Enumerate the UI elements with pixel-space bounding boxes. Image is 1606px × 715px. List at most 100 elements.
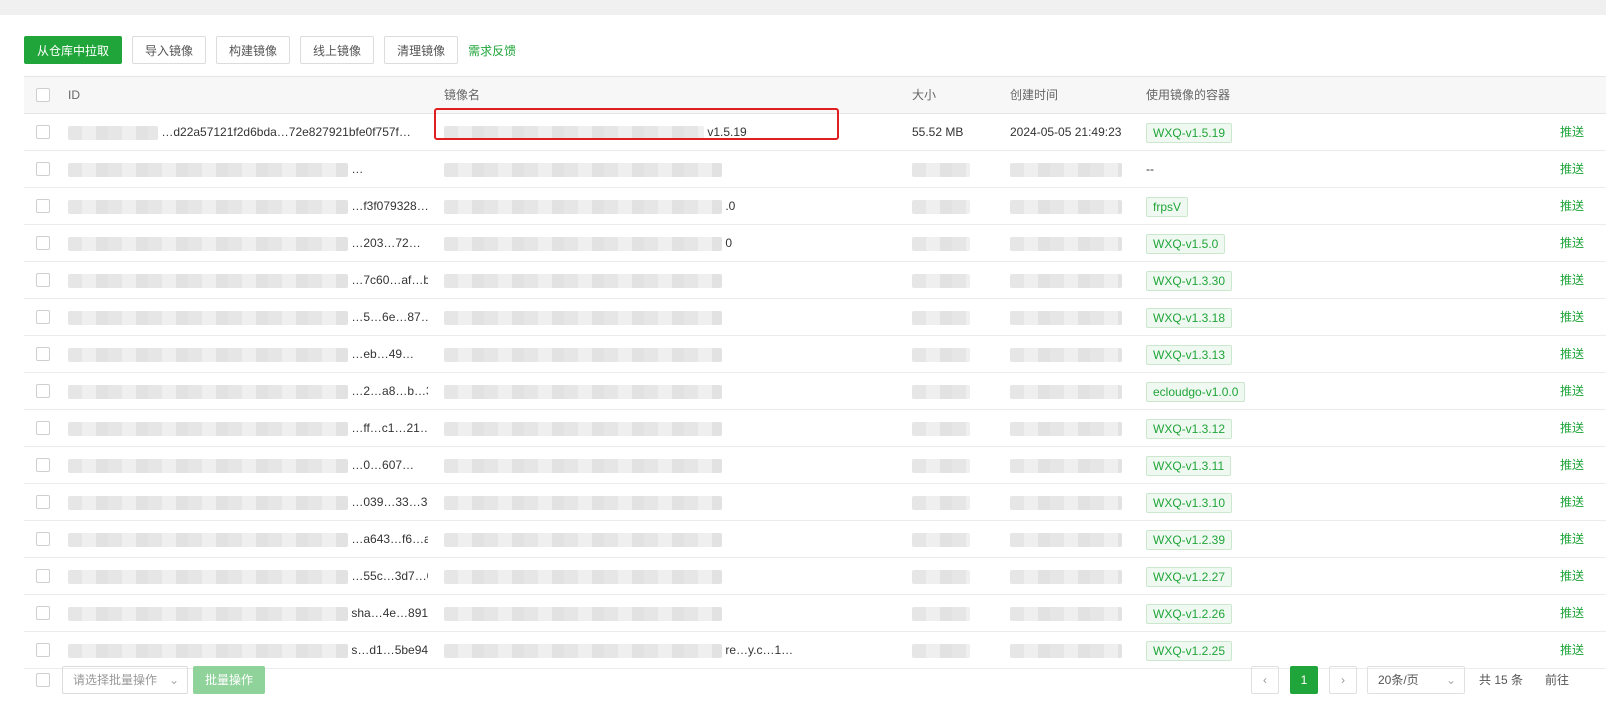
select-all-checkbox[interactable] (36, 88, 50, 102)
container-tag[interactable]: ecloudgo-v1.0.0 (1146, 381, 1246, 402)
image-name: .0 (444, 188, 844, 224)
row-checkbox[interactable] (36, 643, 50, 657)
page-size-select[interactable]: 20条/页 ⌄ (1367, 666, 1465, 694)
row-checkbox[interactable] (36, 310, 50, 324)
container-tag[interactable]: WXQ-v1.5.0 (1146, 233, 1226, 254)
blurred-text (68, 273, 348, 288)
row-checkbox[interactable] (36, 162, 50, 176)
image-created-text: 2024-05-05 21:49:23 (1010, 125, 1122, 139)
container-tag[interactable]: WXQ-v1.3.10 (1146, 492, 1233, 513)
container-cell: WXQ-v1.3.12 (1146, 410, 1366, 446)
blurred-text (68, 532, 348, 547)
table-row: … -- 推送 (24, 151, 1606, 188)
image-id: …f3f079328…d5d41ca467…4… (68, 188, 428, 224)
push-button[interactable]: 推送 (1560, 125, 1584, 139)
container-tag[interactable]: WXQ-v1.3.13 (1146, 344, 1233, 365)
blurred-text (1010, 532, 1122, 547)
footer-select-all-checkbox[interactable] (36, 673, 50, 687)
image-name: re…y.c…1… (444, 632, 844, 668)
image-id-text: …7c60…af…b70…04… (351, 273, 428, 287)
container-tag[interactable]: -- (1146, 162, 1154, 176)
online-image-button[interactable]: 线上镜像 (300, 36, 375, 64)
push-button[interactable]: 推送 (1560, 532, 1584, 546)
push-button[interactable]: 推送 (1560, 384, 1584, 398)
image-id: …5…6e…87… (68, 299, 428, 335)
image-id-text: …eb…49… (351, 347, 415, 361)
container-tag[interactable]: WXQ-v1.3.12 (1146, 418, 1233, 439)
row-checkbox[interactable] (36, 569, 50, 583)
row-checkbox[interactable] (36, 384, 50, 398)
next-page-button[interactable]: › (1329, 666, 1357, 694)
container-cell: frpsV (1146, 188, 1366, 224)
image-size (912, 299, 1002, 335)
push-button[interactable]: 推送 (1560, 236, 1584, 250)
container-tag[interactable]: WXQ-v1.2.25 (1146, 640, 1233, 661)
pull-from-repo-button[interactable]: 从仓库中拉取 (24, 36, 123, 64)
toolbar: 从仓库中拉取 导入镜像 构建镜像 线上镜像 清理镜像 需求反馈 (24, 36, 516, 64)
image-created (1010, 632, 1140, 668)
container-tag[interactable]: WXQ-v1.5.19 (1146, 122, 1233, 143)
container-tag[interactable]: WXQ-v1.2.39 (1146, 529, 1233, 550)
container-tag[interactable]: WXQ-v1.2.27 (1146, 566, 1233, 587)
push-button[interactable]: 推送 (1560, 199, 1584, 213)
container-tag[interactable]: frpsV (1146, 196, 1189, 217)
header-name[interactable]: 镜像名 (444, 77, 844, 113)
push-button[interactable]: 推送 (1560, 310, 1584, 324)
batch-operation-button[interactable]: 批量操作 (193, 666, 266, 694)
container-tag[interactable]: WXQ-v1.3.18 (1146, 307, 1233, 328)
blurred-text (1010, 495, 1122, 510)
batch-operation-select[interactable]: 请选择批量操作 ⌄ (62, 666, 188, 694)
push-button[interactable]: 推送 (1560, 273, 1584, 287)
row-checkbox[interactable] (36, 458, 50, 472)
row-checkbox[interactable] (36, 236, 50, 250)
image-name (444, 151, 844, 187)
page-1-button[interactable]: 1 (1290, 666, 1318, 694)
push-button[interactable]: 推送 (1560, 495, 1584, 509)
header-created[interactable]: 创建时间 (1010, 77, 1140, 113)
push-button[interactable]: 推送 (1560, 606, 1584, 620)
image-id: …2…a8…b…33…55c… (68, 373, 428, 409)
image-id: …039…33…38…b… (68, 484, 428, 520)
row-checkbox[interactable] (36, 347, 50, 361)
image-size (912, 558, 1002, 594)
blurred-text (1010, 569, 1122, 584)
table-row: …ff…c1…21… WXQ-v1.3.12 推送 (24, 410, 1606, 447)
prev-page-button[interactable]: ‹ (1251, 666, 1279, 694)
total-count: 共 15 条 (1479, 673, 1524, 687)
row-checkbox[interactable] (36, 606, 50, 620)
container-cell: ecloudgo-v1.0.0 (1146, 373, 1366, 409)
push-button[interactable]: 推送 (1560, 643, 1584, 657)
container-tag[interactable]: WXQ-v1.3.11 (1146, 455, 1232, 476)
image-size (912, 595, 1002, 631)
row-checkbox[interactable] (36, 532, 50, 546)
row-checkbox[interactable] (36, 273, 50, 287)
header-size[interactable]: 大小 (912, 77, 1002, 113)
container-tag[interactable]: WXQ-v1.3.30 (1146, 270, 1233, 291)
blurred-text (68, 199, 348, 214)
blurred-text (444, 273, 722, 288)
row-checkbox[interactable] (36, 421, 50, 435)
build-image-button[interactable]: 构建镜像 (216, 36, 291, 64)
push-button[interactable]: 推送 (1560, 421, 1584, 435)
row-checkbox[interactable] (36, 199, 50, 213)
blurred-text (912, 310, 970, 325)
image-created (1010, 595, 1140, 631)
push-button[interactable]: 推送 (1560, 458, 1584, 472)
header-id[interactable]: ID (68, 77, 428, 113)
image-id-text: …5…6e…87… (351, 310, 428, 324)
table-row: …a643…f6…ac…e… WXQ-v1.2.39 推送 (24, 521, 1606, 558)
feedback-link[interactable]: 需求反馈 (468, 42, 516, 59)
image-id: …7c60…af…b70…04… (68, 262, 428, 298)
row-checkbox[interactable] (36, 125, 50, 139)
push-button[interactable]: 推送 (1560, 569, 1584, 583)
push-button[interactable]: 推送 (1560, 347, 1584, 361)
blurred-text (444, 569, 722, 584)
container-tag[interactable]: WXQ-v1.2.26 (1146, 603, 1233, 624)
clean-image-button[interactable]: 清理镜像 (384, 36, 459, 64)
image-size (912, 410, 1002, 446)
table-row: …55c…3d7…049…31… WXQ-v1.2.27 推送 (24, 558, 1606, 595)
import-image-button[interactable]: 导入镜像 (132, 36, 207, 64)
blurred-text (68, 606, 348, 621)
row-checkbox[interactable] (36, 495, 50, 509)
push-button[interactable]: 推送 (1560, 162, 1584, 176)
